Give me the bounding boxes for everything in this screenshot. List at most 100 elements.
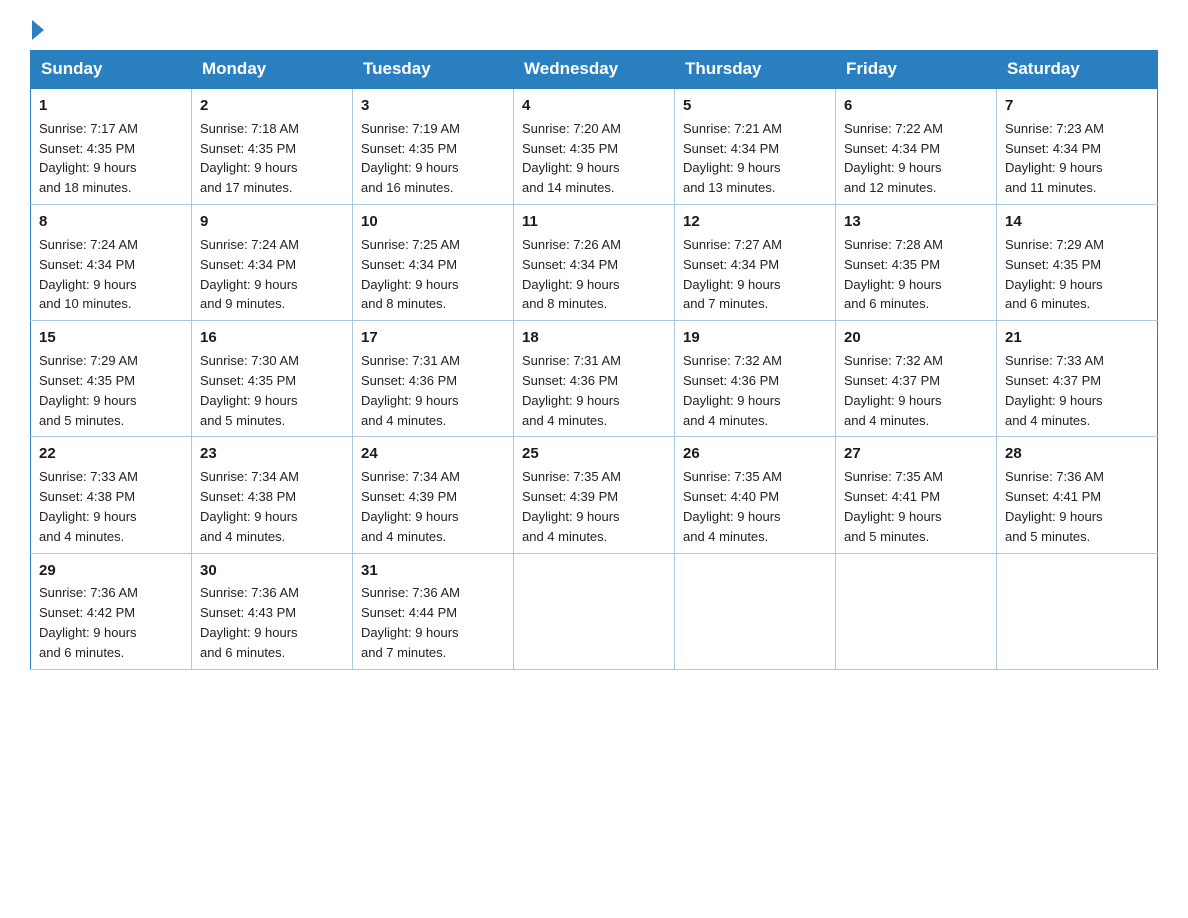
day-info: Sunrise: 7:28 AMSunset: 4:35 PMDaylight:… <box>844 237 943 312</box>
day-info: Sunrise: 7:35 AMSunset: 4:39 PMDaylight:… <box>522 469 621 544</box>
day-number: 23 <box>200 443 344 465</box>
day-number: 31 <box>361 560 505 582</box>
day-info: Sunrise: 7:26 AMSunset: 4:34 PMDaylight:… <box>522 237 621 312</box>
calendar-cell: 22Sunrise: 7:33 AMSunset: 4:38 PMDayligh… <box>31 437 192 553</box>
calendar-cell: 24 Sunrise: 7:34 AMSunset: 4:39 PMDayligh… <box>353 437 514 553</box>
day-number: 30 <box>200 560 344 582</box>
day-number: 10 <box>361 211 505 233</box>
col-header-wednesday: Wednesday <box>514 51 675 89</box>
day-info: Sunrise: 7:34 AMSunset: 4:38 PMDaylight:… <box>200 469 299 544</box>
day-number: 25 <box>522 443 666 465</box>
day-number: 12 <box>683 211 827 233</box>
day-number: 16 <box>200 327 344 349</box>
calendar-cell: 7 Sunrise: 7:23 AMSunset: 4:34 PMDaylight… <box>997 88 1158 205</box>
col-header-monday: Monday <box>192 51 353 89</box>
day-info: Sunrise: 7:36 AMSunset: 4:44 PMDaylight:… <box>361 585 460 660</box>
calendar-cell: 23 Sunrise: 7:34 AMSunset: 4:38 PMDayligh… <box>192 437 353 553</box>
calendar-cell: 1Sunrise: 7:17 AMSunset: 4:35 PMDaylight… <box>31 88 192 205</box>
calendar-cell: 27 Sunrise: 7:35 AMSunset: 4:41 PMDayligh… <box>836 437 997 553</box>
day-number: 21 <box>1005 327 1149 349</box>
day-number: 28 <box>1005 443 1149 465</box>
calendar-cell <box>675 553 836 669</box>
day-number: 18 <box>522 327 666 349</box>
day-info: Sunrise: 7:34 AMSunset: 4:39 PMDaylight:… <box>361 469 460 544</box>
day-number: 27 <box>844 443 988 465</box>
day-number: 17 <box>361 327 505 349</box>
day-info: Sunrise: 7:36 AMSunset: 4:43 PMDaylight:… <box>200 585 299 660</box>
calendar-cell: 15 Sunrise: 7:29 AMSunset: 4:35 PMDayligh… <box>31 321 192 437</box>
calendar-cell <box>836 553 997 669</box>
calendar-week-row: 29 Sunrise: 7:36 AMSunset: 4:42 PMDayligh… <box>31 553 1158 669</box>
day-info: Sunrise: 7:35 AMSunset: 4:41 PMDaylight:… <box>844 469 943 544</box>
col-header-thursday: Thursday <box>675 51 836 89</box>
logo-triangle-icon <box>32 20 44 40</box>
calendar-cell: 14Sunrise: 7:29 AMSunset: 4:35 PMDayligh… <box>997 205 1158 321</box>
calendar-cell: 10 Sunrise: 7:25 AMSunset: 4:34 PMDayligh… <box>353 205 514 321</box>
day-number: 7 <box>1005 95 1149 117</box>
day-info: Sunrise: 7:29 AMSunset: 4:35 PMDaylight:… <box>39 353 138 428</box>
day-number: 20 <box>844 327 988 349</box>
calendar-cell <box>514 553 675 669</box>
day-number: 2 <box>200 95 344 117</box>
day-number: 6 <box>844 95 988 117</box>
calendar-cell: 11 Sunrise: 7:26 AMSunset: 4:34 PMDayligh… <box>514 205 675 321</box>
logo <box>30 20 46 40</box>
day-info: Sunrise: 7:20 AMSunset: 4:35 PMDaylight:… <box>522 121 621 196</box>
day-info: Sunrise: 7:36 AMSunset: 4:42 PMDaylight:… <box>39 585 138 660</box>
calendar-cell: 29 Sunrise: 7:36 AMSunset: 4:42 PMDayligh… <box>31 553 192 669</box>
day-info: Sunrise: 7:31 AMSunset: 4:36 PMDaylight:… <box>522 353 621 428</box>
day-number: 24 <box>361 443 505 465</box>
day-number: 3 <box>361 95 505 117</box>
day-info: Sunrise: 7:33 AMSunset: 4:38 PMDaylight:… <box>39 469 138 544</box>
calendar-cell: 17Sunrise: 7:31 AMSunset: 4:36 PMDayligh… <box>353 321 514 437</box>
calendar-cell: 3 Sunrise: 7:19 AMSunset: 4:35 PMDaylight… <box>353 88 514 205</box>
day-number: 15 <box>39 327 183 349</box>
day-info: Sunrise: 7:19 AMSunset: 4:35 PMDaylight:… <box>361 121 460 196</box>
day-number: 11 <box>522 211 666 233</box>
calendar-week-row: 22Sunrise: 7:33 AMSunset: 4:38 PMDayligh… <box>31 437 1158 553</box>
calendar-cell: 9 Sunrise: 7:24 AMSunset: 4:34 PMDaylight… <box>192 205 353 321</box>
day-number: 29 <box>39 560 183 582</box>
day-number: 9 <box>200 211 344 233</box>
calendar-cell: 19 Sunrise: 7:32 AMSunset: 4:36 PMDayligh… <box>675 321 836 437</box>
day-info: Sunrise: 7:32 AMSunset: 4:36 PMDaylight:… <box>683 353 782 428</box>
calendar-table: SundayMondayTuesdayWednesdayThursdayFrid… <box>30 50 1158 670</box>
calendar-week-row: 8 Sunrise: 7:24 AMSunset: 4:34 PMDaylight… <box>31 205 1158 321</box>
calendar-cell: 8 Sunrise: 7:24 AMSunset: 4:34 PMDaylight… <box>31 205 192 321</box>
calendar-cell: 6 Sunrise: 7:22 AMSunset: 4:34 PMDaylight… <box>836 88 997 205</box>
day-info: Sunrise: 7:21 AMSunset: 4:34 PMDaylight:… <box>683 121 782 196</box>
day-info: Sunrise: 7:30 AMSunset: 4:35 PMDaylight:… <box>200 353 299 428</box>
calendar-cell: 18 Sunrise: 7:31 AMSunset: 4:36 PMDayligh… <box>514 321 675 437</box>
day-info: Sunrise: 7:17 AMSunset: 4:35 PMDaylight:… <box>39 121 138 196</box>
day-info: Sunrise: 7:24 AMSunset: 4:34 PMDaylight:… <box>200 237 299 312</box>
calendar-cell: 16 Sunrise: 7:30 AMSunset: 4:35 PMDayligh… <box>192 321 353 437</box>
col-header-sunday: Sunday <box>31 51 192 89</box>
calendar-cell <box>997 553 1158 669</box>
day-info: Sunrise: 7:35 AMSunset: 4:40 PMDaylight:… <box>683 469 782 544</box>
day-info: Sunrise: 7:36 AMSunset: 4:41 PMDaylight:… <box>1005 469 1104 544</box>
calendar-cell: 28 Sunrise: 7:36 AMSunset: 4:41 PMDayligh… <box>997 437 1158 553</box>
day-number: 8 <box>39 211 183 233</box>
calendar-cell: 30 Sunrise: 7:36 AMSunset: 4:43 PMDayligh… <box>192 553 353 669</box>
day-info: Sunrise: 7:18 AMSunset: 4:35 PMDaylight:… <box>200 121 299 196</box>
day-info: Sunrise: 7:23 AMSunset: 4:34 PMDaylight:… <box>1005 121 1104 196</box>
calendar-cell: 31 Sunrise: 7:36 AMSunset: 4:44 PMDayligh… <box>353 553 514 669</box>
day-info: Sunrise: 7:27 AMSunset: 4:34 PMDaylight:… <box>683 237 782 312</box>
calendar-week-row: 1Sunrise: 7:17 AMSunset: 4:35 PMDaylight… <box>31 88 1158 205</box>
day-info: Sunrise: 7:24 AMSunset: 4:34 PMDaylight:… <box>39 237 138 312</box>
calendar-cell: 5Sunrise: 7:21 AMSunset: 4:34 PMDaylight… <box>675 88 836 205</box>
col-header-saturday: Saturday <box>997 51 1158 89</box>
calendar-cell: 12 Sunrise: 7:27 AMSunset: 4:34 PMDayligh… <box>675 205 836 321</box>
day-info: Sunrise: 7:25 AMSunset: 4:34 PMDaylight:… <box>361 237 460 312</box>
day-number: 26 <box>683 443 827 465</box>
day-number: 19 <box>683 327 827 349</box>
day-info: Sunrise: 7:22 AMSunset: 4:34 PMDaylight:… <box>844 121 943 196</box>
col-header-tuesday: Tuesday <box>353 51 514 89</box>
col-header-friday: Friday <box>836 51 997 89</box>
calendar-cell: 20 Sunrise: 7:32 AMSunset: 4:37 PMDayligh… <box>836 321 997 437</box>
day-number: 4 <box>522 95 666 117</box>
calendar-week-row: 15 Sunrise: 7:29 AMSunset: 4:35 PMDayligh… <box>31 321 1158 437</box>
day-info: Sunrise: 7:32 AMSunset: 4:37 PMDaylight:… <box>844 353 943 428</box>
calendar-cell: 13Sunrise: 7:28 AMSunset: 4:35 PMDayligh… <box>836 205 997 321</box>
page-header <box>30 20 1158 40</box>
